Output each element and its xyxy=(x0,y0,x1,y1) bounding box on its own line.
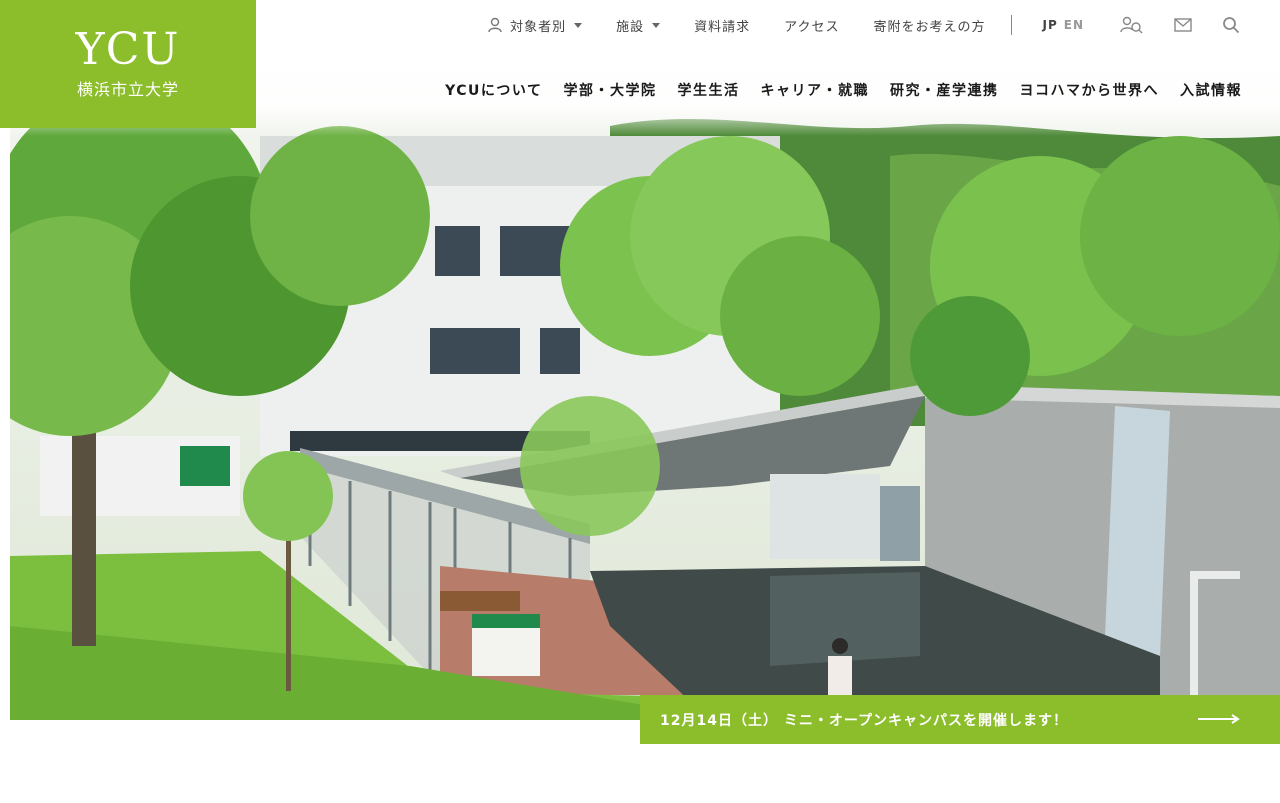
divider xyxy=(1011,15,1013,35)
search-icon[interactable] xyxy=(1222,16,1240,34)
mail-icon[interactable] xyxy=(1174,18,1192,32)
nav-career[interactable]: キャリア・就職 xyxy=(761,80,870,100)
campus-photo xyxy=(10,86,1280,720)
audience-label: 対象者別 xyxy=(510,19,567,35)
materials-link[interactable]: 資料請求 xyxy=(694,16,750,35)
nav-faculties[interactable]: 学部・大学院 xyxy=(564,80,657,100)
nav-research[interactable]: 研究・産学連携 xyxy=(890,80,999,100)
lang-en[interactable]: EN xyxy=(1064,18,1084,32)
site-logo[interactable]: YCU 横浜市立大学 xyxy=(0,0,256,128)
main-nav: YCUについて 学部・大学院 学生生活 キャリア・就職 研究・産学連携 ヨコハマ… xyxy=(445,80,1242,100)
announcement-text: 12月14日（土） ミニ・オープンキャンパスを開催します！ xyxy=(660,712,1068,729)
nav-global[interactable]: ヨコハマから世界へ xyxy=(1020,80,1160,100)
announcement-banner[interactable]: 12月14日（土） ミニ・オープンキャンパスを開催します！ xyxy=(640,695,1280,744)
utility-nav: 対象者別 施設 資料請求 アクセス 寄附をお考えの方 JP EN xyxy=(488,14,1240,36)
logo-mark: YCU xyxy=(75,24,181,75)
facilities-label: 施設 xyxy=(616,19,645,35)
people-search-icon[interactable] xyxy=(1120,16,1144,34)
nav-about[interactable]: YCUについて xyxy=(445,80,542,100)
donation-label: 寄附をお考えの方 xyxy=(873,19,986,35)
materials-label: 資料請求 xyxy=(694,19,751,35)
donation-link[interactable]: 寄附をお考えの方 xyxy=(873,16,985,35)
access-label: アクセス xyxy=(784,19,840,35)
hero-image xyxy=(10,66,1280,720)
language-switcher: JP EN xyxy=(1042,18,1090,32)
lang-jp[interactable]: JP xyxy=(1042,18,1057,32)
logo-university-name: 横浜市立大学 xyxy=(76,80,179,99)
chevron-down-icon xyxy=(652,22,661,28)
audience-menu[interactable]: 対象者別 xyxy=(488,16,583,35)
access-link[interactable]: アクセス xyxy=(784,16,839,35)
nav-student-life[interactable]: 学生生活 xyxy=(678,80,740,100)
arrow-right-icon xyxy=(1198,713,1240,729)
nav-admissions[interactable]: 入試情報 xyxy=(1180,80,1242,100)
chevron-down-icon xyxy=(574,22,583,28)
user-icon xyxy=(488,17,502,33)
facilities-menu[interactable]: 施設 xyxy=(616,16,661,35)
